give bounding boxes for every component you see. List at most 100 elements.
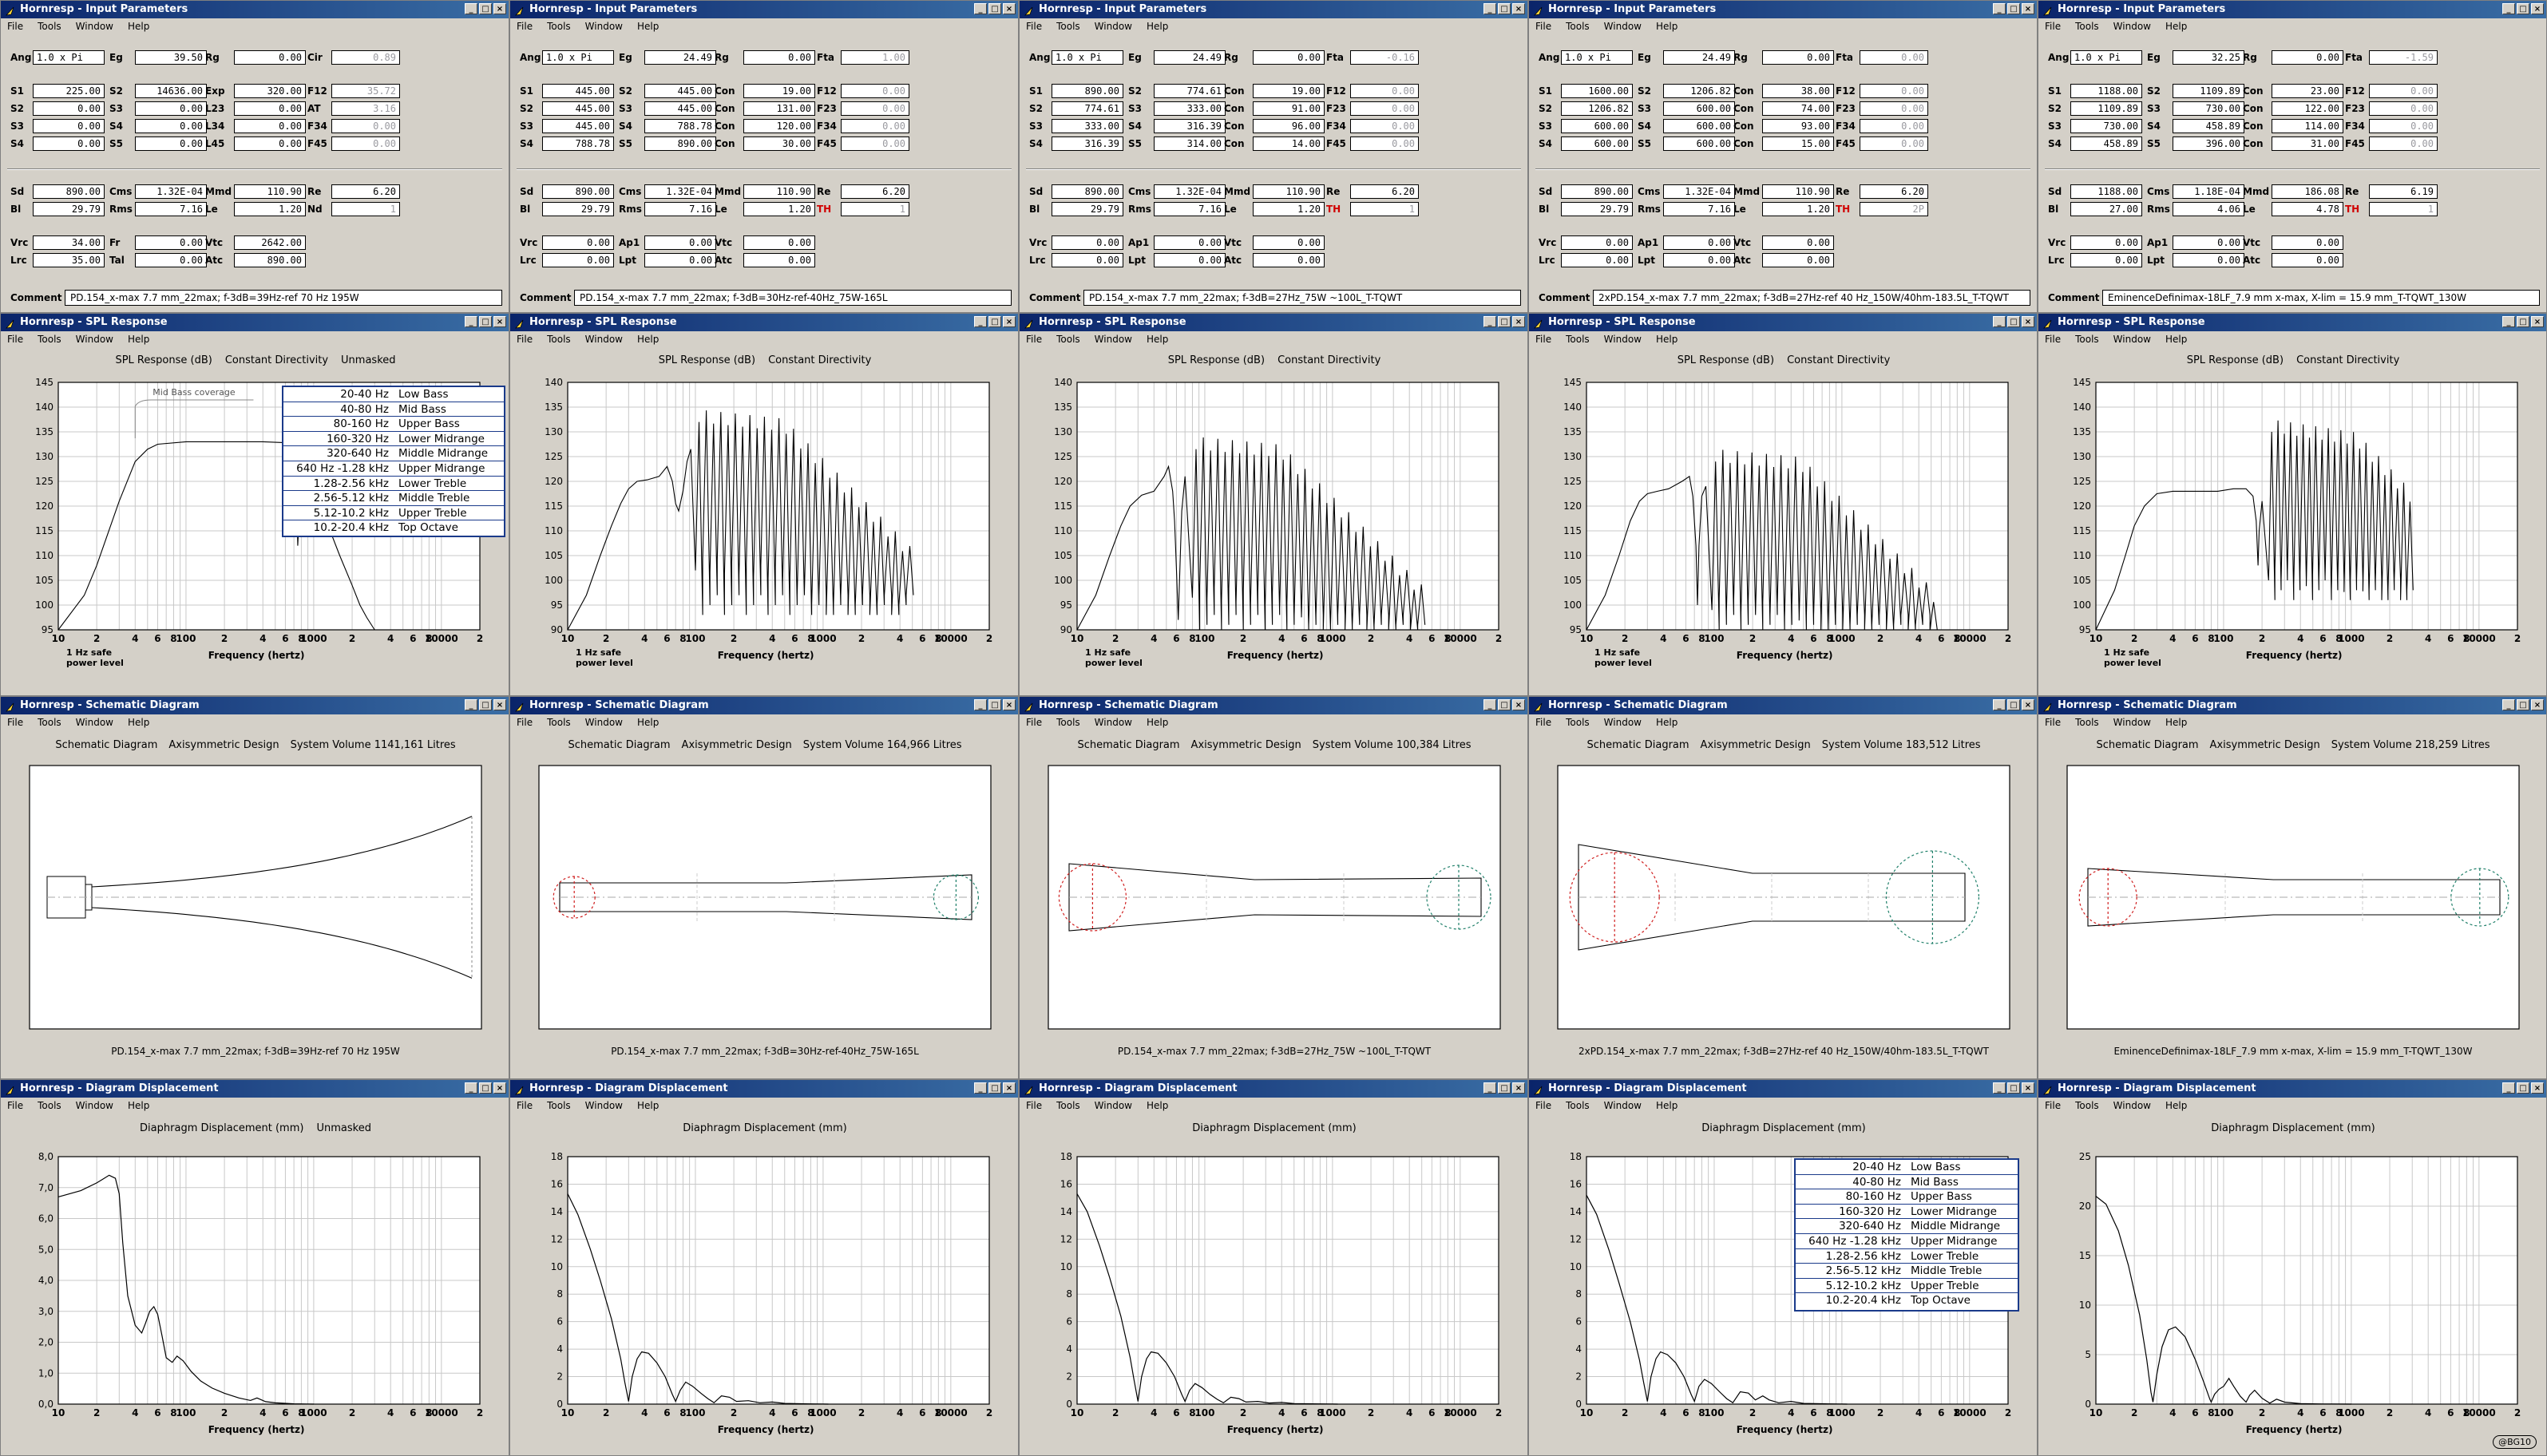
maximize-button[interactable]: □ bbox=[2517, 316, 2529, 327]
menu-file[interactable]: File bbox=[7, 18, 23, 34]
param-field-s4[interactable]: 0.00 bbox=[33, 136, 105, 151]
param-field-f45[interactable]: 0.00 bbox=[1350, 136, 1419, 151]
close-button[interactable]: × bbox=[2531, 316, 2544, 327]
param-field-mmd[interactable]: 110.90 bbox=[1762, 184, 1834, 199]
param-field-s2[interactable]: 445.00 bbox=[644, 84, 716, 98]
param-field-ang[interactable]: 1.0 x Pi bbox=[33, 50, 105, 65]
param-field-f23[interactable]: 0.00 bbox=[1860, 101, 1928, 116]
menu-tools[interactable]: Tools bbox=[1056, 331, 1080, 347]
param-field-s4[interactable]: 788.78 bbox=[542, 136, 614, 151]
param-field-con[interactable]: 93.00 bbox=[1762, 119, 1834, 133]
param-field-bl[interactable]: 29.79 bbox=[1561, 202, 1633, 216]
param-field-s1[interactable]: 890.00 bbox=[1052, 84, 1123, 98]
maximize-button[interactable]: □ bbox=[988, 1082, 1001, 1094]
param-field-sd[interactable]: 1188.00 bbox=[2070, 184, 2142, 199]
title-bar[interactable]: Hornresp - Diagram Displacement _ □ × bbox=[1529, 1080, 2037, 1098]
param-field-s5[interactable]: 396.00 bbox=[2173, 136, 2244, 151]
menu-help[interactable]: Help bbox=[1147, 331, 1168, 347]
menu-tools[interactable]: Tools bbox=[547, 18, 571, 34]
param-field-le[interactable]: 1.20 bbox=[743, 202, 815, 216]
param-field-bl[interactable]: 29.79 bbox=[1052, 202, 1123, 216]
param-field-atc[interactable]: 0.00 bbox=[743, 253, 815, 267]
param-field-cms[interactable]: 1.32E-04 bbox=[1154, 184, 1226, 199]
param-field-con[interactable]: 131.00 bbox=[743, 101, 815, 116]
title-bar[interactable]: Hornresp - Diagram Displacement _ □ × bbox=[2038, 1080, 2546, 1098]
maximize-button[interactable]: □ bbox=[2007, 1082, 2020, 1094]
minimize-button[interactable]: _ bbox=[974, 3, 987, 14]
param-field-bl[interactable]: 29.79 bbox=[33, 202, 105, 216]
menu-help[interactable]: Help bbox=[1656, 331, 1678, 347]
menu-help[interactable]: Help bbox=[1147, 18, 1168, 34]
maximize-button[interactable]: □ bbox=[479, 316, 492, 327]
param-field-fta[interactable]: -0.16 bbox=[1350, 50, 1419, 65]
param-field-s3[interactable]: 0.00 bbox=[135, 101, 207, 116]
param-field-atc[interactable]: 0.00 bbox=[2272, 253, 2343, 267]
param-field-con[interactable]: 23.00 bbox=[2272, 84, 2343, 98]
param-field-f34[interactable]: 0.00 bbox=[1860, 119, 1928, 133]
param-field-fta[interactable]: 1.00 bbox=[841, 50, 909, 65]
param-field-s4[interactable]: 788.78 bbox=[644, 119, 716, 133]
param-field-sd[interactable]: 890.00 bbox=[542, 184, 614, 199]
param-field-rms[interactable]: 4.06 bbox=[2173, 202, 2244, 216]
minimize-button[interactable]: _ bbox=[2502, 1082, 2515, 1094]
param-field-con[interactable]: 122.00 bbox=[2272, 101, 2343, 116]
menu-help[interactable]: Help bbox=[1656, 714, 1678, 730]
param-field-f12[interactable]: 0.00 bbox=[1860, 84, 1928, 98]
param-field-vtc[interactable]: 0.00 bbox=[1253, 235, 1325, 250]
param-field-vrc[interactable]: 0.00 bbox=[542, 235, 614, 250]
close-button[interactable]: × bbox=[1003, 699, 1016, 710]
maximize-button[interactable]: □ bbox=[1498, 3, 1511, 14]
param-field-exp[interactable]: 320.00 bbox=[234, 84, 306, 98]
param-field-f23[interactable]: 0.00 bbox=[1350, 101, 1419, 116]
menu-file[interactable]: File bbox=[1026, 331, 1042, 347]
param-field-le[interactable]: 1.20 bbox=[234, 202, 306, 216]
param-field-vtc[interactable]: 0.00 bbox=[1762, 235, 1834, 250]
param-field-con[interactable]: 31.00 bbox=[2272, 136, 2343, 151]
param-field-con[interactable]: 38.00 bbox=[1762, 84, 1834, 98]
param-field-rg[interactable]: 0.00 bbox=[743, 50, 815, 65]
param-field-rg[interactable]: 0.00 bbox=[1762, 50, 1834, 65]
param-field-vtc[interactable]: 0.00 bbox=[743, 235, 815, 250]
menu-window[interactable]: Window bbox=[585, 714, 623, 730]
title-bar[interactable]: Hornresp - SPL Response _ □ × bbox=[1, 314, 509, 331]
param-field-con[interactable]: 96.00 bbox=[1253, 119, 1325, 133]
menu-file[interactable]: File bbox=[7, 331, 23, 347]
param-field-con[interactable]: 74.00 bbox=[1762, 101, 1834, 116]
close-button[interactable]: × bbox=[2022, 1082, 2034, 1094]
maximize-button[interactable]: □ bbox=[2517, 3, 2529, 14]
param-field-eg[interactable]: 24.49 bbox=[1154, 50, 1226, 65]
param-field-f12[interactable]: 35.72 bbox=[331, 84, 400, 98]
close-button[interactable]: × bbox=[1003, 3, 1016, 14]
param-field-th[interactable]: 2P bbox=[1860, 202, 1928, 216]
param-field-f34[interactable]: 0.00 bbox=[841, 119, 909, 133]
param-field-rms[interactable]: 7.16 bbox=[1154, 202, 1226, 216]
menu-tools[interactable]: Tools bbox=[2075, 331, 2099, 347]
maximize-button[interactable]: □ bbox=[2517, 1082, 2529, 1094]
param-field-lrc[interactable]: 0.00 bbox=[1561, 253, 1633, 267]
param-field-s2[interactable]: 1109.89 bbox=[2173, 84, 2244, 98]
param-field-s2[interactable]: 1109.89 bbox=[2070, 101, 2142, 116]
menu-help[interactable]: Help bbox=[128, 714, 149, 730]
menu-file[interactable]: File bbox=[1535, 18, 1551, 34]
param-field-s1[interactable]: 1600.00 bbox=[1561, 84, 1633, 98]
title-bar[interactable]: Hornresp - Input Parameters _ □ × bbox=[1020, 1, 1527, 18]
param-field-f45[interactable]: 0.00 bbox=[1860, 136, 1928, 151]
maximize-button[interactable]: □ bbox=[988, 316, 1001, 327]
param-field-rg[interactable]: 0.00 bbox=[1253, 50, 1325, 65]
menu-window[interactable]: Window bbox=[2113, 714, 2151, 730]
param-field-cms[interactable]: 1.32E-04 bbox=[1663, 184, 1735, 199]
param-field-s2[interactable]: 1206.82 bbox=[1663, 84, 1735, 98]
menu-window[interactable]: Window bbox=[1095, 331, 1132, 347]
menu-window[interactable]: Window bbox=[1604, 714, 1642, 730]
menu-help[interactable]: Help bbox=[128, 18, 149, 34]
param-field-con[interactable]: 30.00 bbox=[743, 136, 815, 151]
param-field-s2[interactable]: 1206.82 bbox=[1561, 101, 1633, 116]
param-field-rg[interactable]: 0.00 bbox=[2272, 50, 2343, 65]
menu-window[interactable]: Window bbox=[76, 18, 113, 34]
menu-help[interactable]: Help bbox=[1656, 1098, 1678, 1114]
menu-file[interactable]: File bbox=[2045, 1098, 2061, 1114]
menu-window[interactable]: Window bbox=[76, 1098, 113, 1114]
param-field-s2[interactable]: 445.00 bbox=[542, 101, 614, 116]
param-field-atc[interactable]: 0.00 bbox=[1762, 253, 1834, 267]
menu-tools[interactable]: Tools bbox=[38, 714, 61, 730]
